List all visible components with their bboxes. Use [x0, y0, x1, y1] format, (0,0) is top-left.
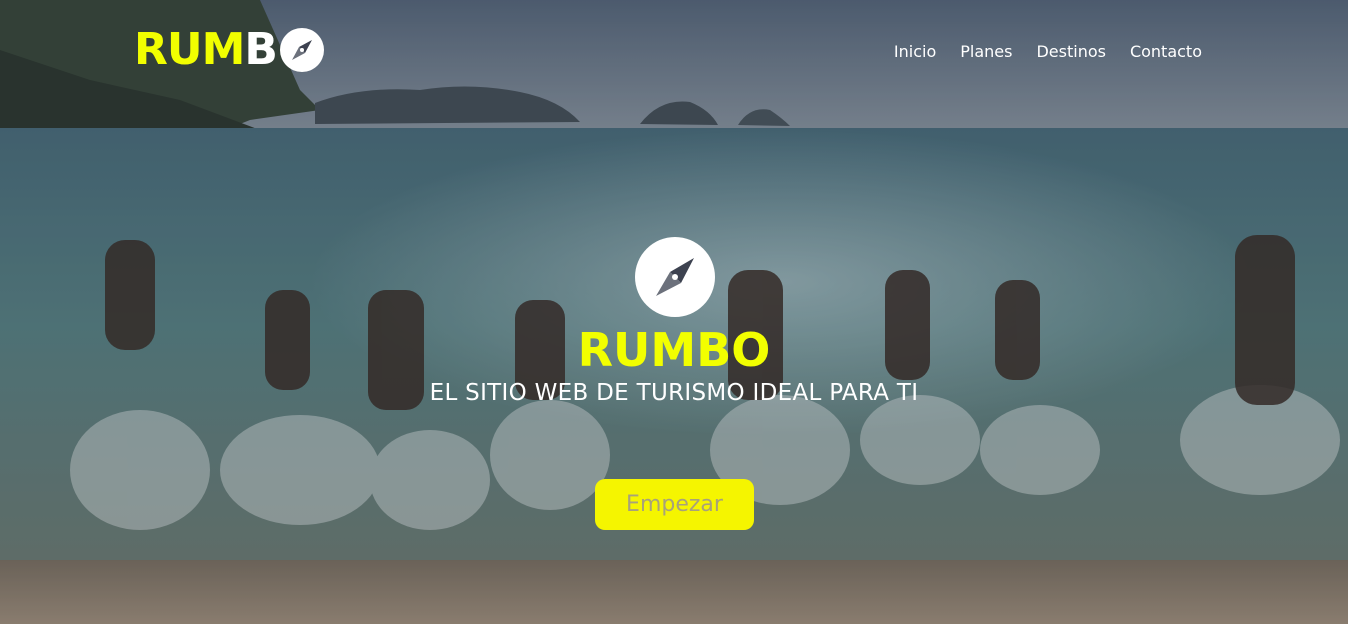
hero-section: RUMB Inicio Planes Destinos Contacto RUM…	[0, 0, 1348, 624]
nav-item-contacto[interactable]: Contacto	[1130, 42, 1202, 62]
compass-icon	[635, 237, 715, 317]
hero-title: RUMBO	[577, 323, 771, 377]
nav-item-destinos[interactable]: Destinos	[1036, 42, 1105, 62]
main-nav: Inicio Planes Destinos Contacto	[894, 42, 1202, 62]
brand-logo-text: RUMB	[134, 24, 278, 75]
brand-logo[interactable]: RUMB	[134, 26, 325, 74]
start-button[interactable]: Empezar	[595, 479, 754, 530]
nav-item-inicio[interactable]: Inicio	[894, 42, 936, 62]
nav-item-planes[interactable]: Planes	[960, 42, 1012, 62]
hero-subtitle: EL SITIO WEB DE TURISMO IDEAL PARA TI	[429, 380, 919, 406]
compass-icon	[279, 28, 324, 72]
